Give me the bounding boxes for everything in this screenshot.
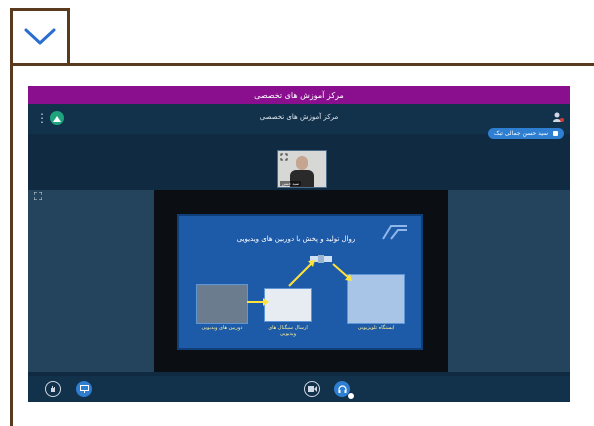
presenter-name: سید حسن جمالی تبک bbox=[494, 130, 549, 137]
frame-top-line bbox=[10, 63, 594, 66]
expand-icon[interactable] bbox=[280, 153, 288, 161]
headphones-icon bbox=[337, 384, 347, 393]
collapse-toggle[interactable] bbox=[10, 8, 70, 63]
screen-share-button[interactable] bbox=[76, 381, 92, 397]
right-panel bbox=[448, 190, 570, 372]
webcam-name-tag: سید حسن bbox=[280, 181, 302, 186]
audio-status-dot bbox=[348, 393, 354, 399]
monitor-icon bbox=[79, 385, 89, 393]
meeting-title: مرکز آموزش های تخصصی bbox=[259, 113, 339, 121]
presentation-slide: روال تولید و پخش با دوربین های ویدیویی د… bbox=[177, 214, 423, 350]
title-bar-text: مرکز آموزش های تخصصی bbox=[254, 90, 344, 100]
hand-icon bbox=[51, 386, 55, 392]
title-bar: مرکز آموزش های تخصصی bbox=[28, 86, 570, 104]
presenter-badge: سید حسن جمالی تبک bbox=[488, 128, 564, 139]
webcam-person-head bbox=[296, 156, 308, 170]
participants-icon[interactable] bbox=[552, 111, 564, 123]
raise-hand-button[interactable] bbox=[45, 381, 61, 397]
camera-toggle-button[interactable] bbox=[304, 381, 320, 397]
video-icon bbox=[307, 386, 317, 392]
lock-icon bbox=[553, 131, 558, 136]
flow-arrows bbox=[247, 260, 352, 306]
webcam-thumbnail[interactable]: سید حسن bbox=[277, 150, 327, 188]
chevron-down-icon bbox=[24, 28, 56, 45]
fullscreen-icon[interactable] bbox=[34, 192, 42, 200]
bottom-toolbar bbox=[28, 376, 570, 402]
meeting-window: مرکز آموزش های تخصصی ⋮ مرکز آموزش های تخ… bbox=[28, 86, 570, 402]
frame-left-line bbox=[10, 63, 13, 426]
left-panel bbox=[28, 190, 154, 372]
